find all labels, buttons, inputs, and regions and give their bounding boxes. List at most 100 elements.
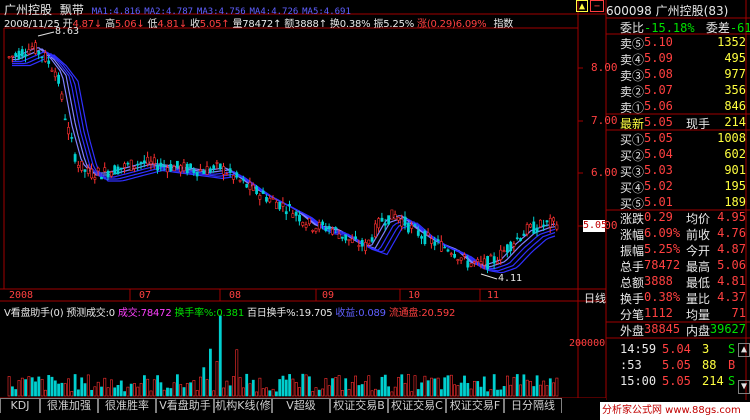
candle-body	[327, 226, 331, 230]
high-value: 5.06	[114, 19, 137, 30]
candle-body	[53, 71, 57, 78]
candle-body	[218, 163, 222, 170]
minimize-button[interactable]: −	[590, 0, 604, 12]
volume-bar	[232, 376, 235, 397]
weibi-value: -15.18%	[644, 21, 695, 35]
volume-bar	[245, 373, 249, 397]
sell-label: 卖②	[620, 85, 645, 99]
indicator-tab[interactable]: 很准加强	[40, 398, 98, 413]
watermark: 分析家公式网 www.88gs.com	[600, 402, 750, 420]
inner-value: 39627	[709, 322, 746, 336]
volume-bar	[499, 389, 503, 397]
trade-scroll-up-button[interactable]: ▲	[738, 343, 750, 357]
trade-scroll-down-button[interactable]: ▼	[738, 380, 750, 394]
candle-body	[86, 167, 90, 174]
volume-bar	[410, 391, 414, 397]
candle-body	[225, 173, 229, 176]
volume-bar	[311, 391, 315, 397]
ma-ribbon-line	[12, 50, 556, 270]
candle-body	[169, 164, 173, 172]
candle-body	[30, 46, 34, 49]
stat-value: 4.76	[717, 226, 746, 240]
indicator-tab[interactable]: 日分隔线	[504, 398, 562, 413]
volume-label: 量	[232, 19, 243, 30]
index-button[interactable]: 指数	[493, 19, 513, 30]
volume-bar	[538, 384, 542, 397]
candle-body	[195, 171, 199, 177]
candle-body	[505, 244, 509, 253]
vol-deal-label: 成交:78472	[117, 308, 172, 319]
candle-body	[294, 211, 298, 216]
indicator-tab[interactable]: 很准胜率	[98, 398, 156, 413]
now-hand-value: 214	[724, 115, 746, 129]
stat-label: 振幅	[620, 244, 645, 258]
volume-bar	[169, 388, 173, 397]
stat-value: 4.81	[717, 274, 746, 288]
candle-body	[512, 243, 516, 247]
volume-bar	[552, 382, 556, 397]
buy-label: 买②	[620, 149, 645, 163]
volume-bar	[136, 386, 140, 397]
candle-body	[126, 162, 130, 165]
volume-bar	[380, 376, 384, 397]
candle-body	[522, 233, 526, 236]
volume-bar	[472, 380, 476, 397]
volume-bar	[393, 386, 397, 397]
candle-body	[340, 236, 344, 239]
candle-body	[380, 217, 384, 222]
indicator-tab[interactable]: 权证交易C	[388, 398, 446, 413]
indicator-tab[interactable]: 机构K线(修	[214, 398, 272, 413]
indicator-tab[interactable]: V看盘助手	[156, 398, 214, 413]
scroll-up-button[interactable]: ▲	[576, 0, 588, 12]
volume-bar	[439, 389, 443, 397]
indicator-tab[interactable]: KDJ	[0, 398, 40, 413]
candle-body	[410, 224, 414, 229]
stat-row: 换手 0.38% 量比 4.37	[606, 290, 750, 306]
candle-body	[182, 162, 186, 171]
stat-row: 涨幅 6.09% 前收 4.76	[606, 226, 750, 242]
candle-body	[232, 175, 235, 180]
stock-rank: (83)	[703, 4, 729, 18]
candle-body	[90, 168, 94, 179]
candle-body	[129, 159, 133, 171]
volume-bar	[228, 385, 232, 397]
buy-price: 5.02	[644, 179, 673, 193]
vol-turnover-label: 换手率%:0.381	[174, 308, 244, 319]
period-label[interactable]: 日线	[584, 290, 606, 306]
indicator-tab[interactable]: 权证交易B	[330, 398, 388, 413]
volume-bar	[298, 387, 301, 397]
candle-body	[314, 228, 318, 232]
candle-body	[110, 171, 113, 177]
x-label-2008: 2008	[9, 290, 34, 301]
volume-bar	[357, 385, 361, 397]
volume-bar	[182, 387, 186, 397]
stat-value: 78472	[644, 258, 681, 272]
trade-time: :53	[620, 358, 642, 372]
buy-label: 买③	[620, 165, 645, 179]
trade-row: 14:59 5.04 3 S	[606, 342, 750, 358]
sell-volume: 356	[724, 83, 746, 97]
volume-bar	[255, 391, 259, 397]
stat-label: 均价	[686, 212, 711, 226]
stat-label: 总手	[620, 260, 645, 274]
volume-bar	[542, 380, 546, 397]
candle-body	[116, 166, 120, 175]
volume-bar	[354, 375, 358, 397]
candle-body	[20, 49, 24, 57]
volume-bar	[291, 378, 295, 397]
volume-bar	[185, 383, 189, 397]
turnover-value: 0.38%	[339, 19, 371, 30]
volume-bar	[281, 375, 285, 397]
candle-body	[400, 218, 404, 227]
volume-bar	[436, 377, 440, 397]
indicator-tab[interactable]: V超级MACD	[272, 398, 330, 413]
indicator-tab[interactable]: 权证交易F	[446, 398, 504, 413]
candle-body	[139, 161, 143, 164]
volume-bar	[288, 374, 292, 397]
volume-bar	[129, 383, 133, 397]
trade-flag: B	[728, 358, 736, 372]
volume-bar	[413, 375, 417, 397]
volume-bar	[430, 377, 433, 397]
candle-body	[222, 166, 226, 175]
volume-bar	[469, 388, 473, 397]
